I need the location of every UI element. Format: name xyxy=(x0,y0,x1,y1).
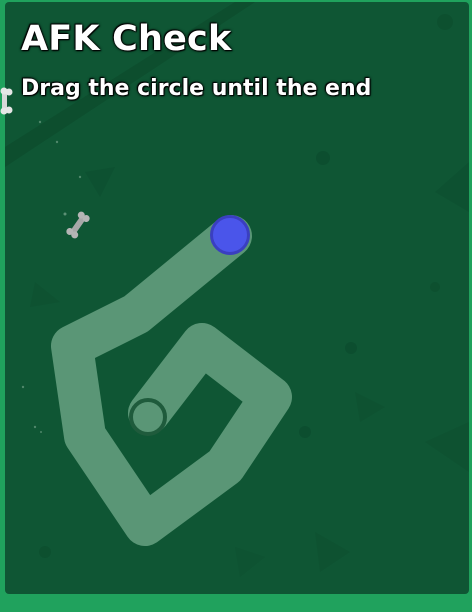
bone-icon xyxy=(0,87,13,115)
bone-icon xyxy=(66,211,90,239)
afk-check-title: AFK Check xyxy=(21,19,232,59)
drag-circle-handle[interactable] xyxy=(210,215,250,255)
afk-check-instruction: Drag the circle until the end xyxy=(21,76,372,101)
track-end-marker xyxy=(129,398,167,436)
afk-check-panel: AFK Check Drag the circle until the end xyxy=(5,2,469,594)
